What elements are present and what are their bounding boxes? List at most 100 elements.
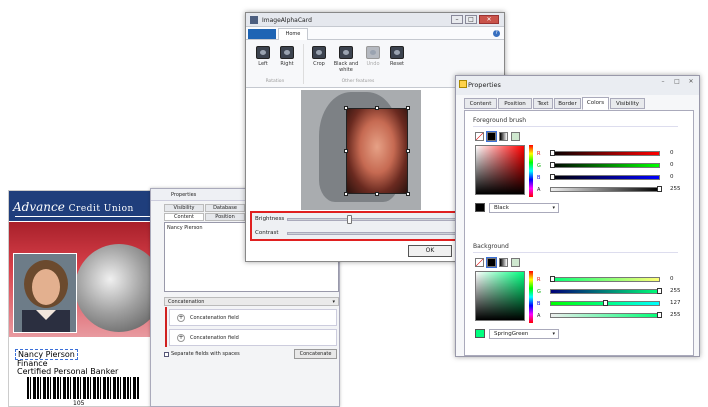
channel-knob[interactable] xyxy=(657,288,662,294)
file-tab[interactable] xyxy=(248,29,276,39)
ok-button[interactable]: OK xyxy=(408,245,452,257)
channel-knob[interactable] xyxy=(657,186,662,192)
undo-button[interactable]: Undo xyxy=(362,46,384,67)
channel-g-slider[interactable] xyxy=(550,289,660,294)
tab-colors[interactable]: Colors xyxy=(582,97,609,110)
card-brand-suffix: Credit Union xyxy=(68,204,134,214)
barcode-number: 105 xyxy=(73,400,85,407)
channel-g-label: G xyxy=(537,163,541,169)
window-title: ImageAlphaCard xyxy=(262,17,312,24)
minimize-button[interactable]: – xyxy=(451,15,463,24)
rotate-left-button[interactable]: Left xyxy=(252,46,274,67)
tab-database[interactable]: Database xyxy=(205,204,245,212)
channel-knob[interactable] xyxy=(550,162,555,168)
channel-knob[interactable] xyxy=(550,276,555,282)
background-channels: R 0 G 255 B 127 A 255 xyxy=(537,271,697,331)
close-button[interactable]: ✕ xyxy=(479,15,499,24)
hue-scale[interactable] xyxy=(529,145,533,197)
tab-border[interactable]: Border xyxy=(554,98,581,109)
channel-knob[interactable] xyxy=(550,174,555,180)
black-and-white-button[interactable]: Black and white xyxy=(332,46,360,73)
crop-icon xyxy=(312,46,326,59)
crop-handle[interactable] xyxy=(406,192,410,196)
black-and-white-icon xyxy=(339,46,353,59)
crop-handle[interactable] xyxy=(375,192,379,196)
crop-handle[interactable] xyxy=(406,106,410,110)
crop-selection[interactable] xyxy=(344,106,410,196)
channel-r-slider[interactable] xyxy=(550,277,660,282)
crop-handle[interactable] xyxy=(344,192,348,196)
tab-content[interactable]: Content xyxy=(464,98,497,109)
channel-knob[interactable] xyxy=(657,312,662,318)
properties-tabs: Content Position Text Border Colors Visi… xyxy=(464,97,694,110)
maximize-button[interactable]: □ xyxy=(670,78,684,88)
card-job-title: Certified Personal Banker xyxy=(17,367,119,376)
concatenation-field-1[interactable]: + Concatenation field xyxy=(169,309,337,326)
tab-home[interactable]: Home xyxy=(278,28,308,40)
ribbon-tabs: Home ? xyxy=(246,27,504,40)
maximize-button[interactable]: □ xyxy=(465,15,477,24)
add-icon[interactable]: + xyxy=(177,314,185,322)
rotation-group-label: Rotation xyxy=(265,79,285,84)
channel-knob[interactable] xyxy=(603,300,609,306)
selection-indicator xyxy=(165,307,167,347)
barcode xyxy=(27,377,139,399)
rotate-right-icon xyxy=(280,46,294,59)
content-text: Nancy Pierson xyxy=(167,225,203,231)
reset-label: Reset xyxy=(390,61,404,67)
close-button[interactable]: ✕ xyxy=(684,78,698,88)
channel-a-slider[interactable] xyxy=(550,187,660,192)
channel-b-label: B xyxy=(537,301,541,307)
channel-r-value: 0 xyxy=(670,150,674,156)
crop-handle[interactable] xyxy=(344,149,348,153)
reset-button[interactable]: Reset xyxy=(386,46,408,67)
concatenation-header[interactable]: Concatenation ▾ xyxy=(164,297,339,306)
channel-g-value: 255 xyxy=(670,288,681,294)
minimize-button[interactable]: – xyxy=(656,78,670,88)
hue-scale[interactable] xyxy=(529,271,533,323)
image-brush-icon[interactable] xyxy=(511,132,520,141)
no-brush-icon[interactable] xyxy=(475,132,484,141)
tab-visibility[interactable]: Visibility xyxy=(610,98,645,109)
foreground-color-picker[interactable] xyxy=(475,145,525,195)
channel-r-slider[interactable] xyxy=(550,151,660,156)
tab-position[interactable]: Position xyxy=(205,213,245,221)
channel-a-label: A xyxy=(537,187,541,193)
gradient-brush-icon[interactable] xyxy=(499,132,508,141)
no-brush-icon[interactable] xyxy=(475,258,484,267)
brightness-slider[interactable] xyxy=(347,215,353,224)
foreground-color-select[interactable]: Black xyxy=(489,203,559,213)
crop-handle[interactable] xyxy=(406,149,410,153)
separate-fields-checkbox[interactable] xyxy=(164,352,169,357)
rotate-left-icon xyxy=(256,46,270,59)
image-brush-icon[interactable] xyxy=(511,258,520,267)
channel-a-slider[interactable] xyxy=(550,313,660,318)
foreground-swatch xyxy=(475,203,485,212)
channel-knob[interactable] xyxy=(550,150,555,156)
foreground-channels: R 0 G 0 B 0 A 255 xyxy=(537,145,697,205)
background-color-picker[interactable] xyxy=(475,271,525,321)
channel-r-value: 0 xyxy=(670,276,674,282)
crop-handle[interactable] xyxy=(375,106,379,110)
solid-brush-icon[interactable] xyxy=(486,257,497,268)
tab-visibility[interactable]: Visibility xyxy=(164,204,204,212)
help-icon[interactable]: ? xyxy=(493,30,500,37)
solid-brush-icon[interactable] xyxy=(486,131,497,142)
tab-position[interactable]: Position xyxy=(498,98,532,109)
tab-text[interactable]: Text xyxy=(533,98,553,109)
add-icon[interactable]: + xyxy=(177,334,185,342)
channel-b-slider[interactable] xyxy=(550,175,660,180)
concatenate-button[interactable]: Concatenate xyxy=(294,349,337,359)
crop-button[interactable]: Crop xyxy=(308,46,330,67)
tab-content[interactable]: Content xyxy=(164,213,204,221)
background-color-select[interactable]: SpringGreen xyxy=(489,329,559,339)
black-and-white-label: Black and white xyxy=(333,61,359,73)
concatenation-field-2[interactable]: + Concatenation field xyxy=(169,329,337,346)
foreground-brush-label: Foreground brush xyxy=(473,117,679,127)
reset-icon xyxy=(390,46,404,59)
crop-handle[interactable] xyxy=(344,106,348,110)
channel-g-slider[interactable] xyxy=(550,163,660,168)
rotate-right-button[interactable]: Right xyxy=(276,46,298,67)
rotate-left-label: Left xyxy=(258,61,268,67)
gradient-brush-icon[interactable] xyxy=(499,258,508,267)
